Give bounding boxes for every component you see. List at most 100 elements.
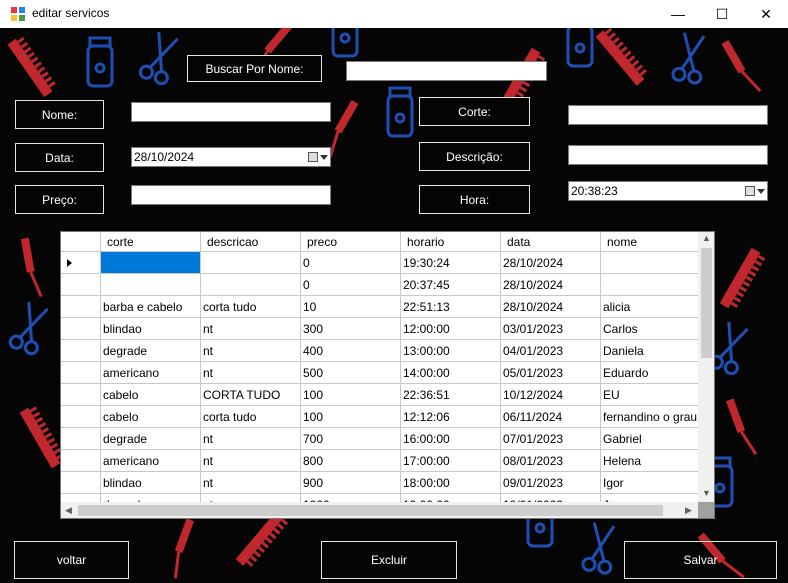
cell-nome[interactable]: Igor: [601, 472, 698, 494]
column-header-preco[interactable]: preco: [301, 232, 401, 252]
cell-horario[interactable]: 14:00:00: [401, 362, 501, 384]
row-header[interactable]: [61, 406, 101, 428]
table-row[interactable]: degrade nt 700 16:00:00 07/01/2023 Gabriel: [61, 428, 698, 450]
cell-nome[interactable]: Eduardo: [601, 362, 698, 384]
cell-preco[interactable]: 800: [301, 450, 401, 472]
cell-descricao[interactable]: nt: [201, 362, 301, 384]
vertical-scroll-thumb[interactable]: [701, 248, 712, 358]
descricao-input[interactable]: [568, 145, 768, 165]
cell-nome[interactable]: Gabriel: [601, 428, 698, 450]
cell-horario[interactable]: 13:00:00: [401, 340, 501, 362]
row-header[interactable]: [61, 494, 101, 502]
table-row[interactable]: 0 19:30:24 28/10/2024: [61, 252, 698, 274]
cell-preco[interactable]: 100: [301, 384, 401, 406]
cell-horario[interactable]: 19:00:00: [401, 494, 501, 502]
cell-descricao[interactable]: corta tudo: [201, 406, 301, 428]
cell-horario[interactable]: 19:30:24: [401, 252, 501, 274]
row-header[interactable]: [61, 428, 101, 450]
scroll-right-icon[interactable]: ▶: [685, 505, 692, 516]
row-header[interactable]: [61, 384, 101, 406]
cell-horario[interactable]: 12:00:00: [401, 318, 501, 340]
table-row[interactable]: barba e cabelo corta tudo 10 22:51:13 28/10/…: [61, 296, 698, 318]
cell-corte[interactable]: blindao: [101, 472, 201, 494]
row-header[interactable]: [61, 252, 101, 274]
row-header[interactable]: [61, 450, 101, 472]
cell-data[interactable]: 10/01/2023: [501, 494, 601, 502]
cell-nome[interactable]: J: [601, 494, 698, 503]
cell-descricao[interactable]: nt: [201, 340, 301, 362]
cell-horario[interactable]: 12:12:06: [401, 406, 501, 428]
vertical-scrollbar[interactable]: ▲ ▼: [698, 232, 714, 502]
row-header[interactable]: [61, 362, 101, 384]
nome-input[interactable]: [131, 102, 331, 122]
scroll-down-icon[interactable]: ▼: [702, 488, 711, 498]
cell-corte[interactable]: degrade: [101, 494, 201, 502]
cell-preco[interactable]: 10: [301, 296, 401, 318]
scroll-up-icon[interactable]: ▲: [702, 233, 711, 243]
cell-nome[interactable]: alicia: [601, 296, 698, 318]
cell-horario[interactable]: 17:00:00: [401, 450, 501, 472]
column-header-descricao[interactable]: descricao: [201, 232, 301, 252]
table-row[interactable]: cabelo CORTA TUDO 100 22:36:51 10/12/2024 EU: [61, 384, 698, 406]
cell-data[interactable]: 08/01/2023: [501, 450, 601, 472]
cell-nome[interactable]: EU: [601, 384, 698, 406]
table-row[interactable]: degrade nt 400 13:00:00 04/01/2023 Daniela: [61, 340, 698, 362]
cell-preco[interactable]: 500: [301, 362, 401, 384]
cell-corte[interactable]: degrade: [101, 428, 201, 450]
table-row[interactable]: americano nt 500 14:00:00 05/01/2023 Eduardo: [61, 362, 698, 384]
cell-preco[interactable]: 0: [301, 252, 401, 274]
cell-data[interactable]: 28/10/2024: [501, 252, 601, 274]
table-row[interactable]: degradent100019:00:0010/01/2023J: [61, 494, 698, 502]
time-dropdown-button[interactable]: [745, 184, 765, 198]
row-header[interactable]: [61, 340, 101, 362]
horizontal-scrollbar[interactable]: ◀ ▶: [61, 502, 698, 518]
row-header[interactable]: [61, 472, 101, 494]
cell-preco[interactable]: 1000: [301, 494, 401, 502]
cell-nome[interactable]: [601, 274, 698, 296]
table-row[interactable]: americano nt 800 17:00:00 08/01/2023 Helena: [61, 450, 698, 472]
cell-horario[interactable]: 20:37:45: [401, 274, 501, 296]
cell-nome[interactable]: [601, 252, 698, 274]
column-header-data[interactable]: data: [501, 232, 601, 252]
column-header-corte[interactable]: corte: [101, 232, 201, 252]
row-header[interactable]: [61, 318, 101, 340]
cell-descricao[interactable]: nt: [201, 494, 301, 502]
cell-corte[interactable]: [101, 274, 201, 296]
cell-corte[interactable]: barba e cabelo: [101, 296, 201, 318]
cell-data[interactable]: 03/01/2023: [501, 318, 601, 340]
cell-data[interactable]: 07/01/2023: [501, 428, 601, 450]
excluir-button[interactable]: Excluir: [321, 541, 457, 579]
calendar-dropdown-button[interactable]: [308, 150, 328, 164]
cell-preco[interactable]: 100: [301, 406, 401, 428]
voltar-button[interactable]: voltar: [14, 541, 129, 579]
cell-data[interactable]: 05/01/2023: [501, 362, 601, 384]
cell-nome[interactable]: Carlos: [601, 318, 698, 340]
table-row[interactable]: 0 20:37:45 28/10/2024: [61, 274, 698, 296]
cell-data[interactable]: 04/01/2023: [501, 340, 601, 362]
cell-preco[interactable]: 300: [301, 318, 401, 340]
search-input[interactable]: [346, 61, 547, 81]
data-date-picker[interactable]: 28/10/2024: [131, 147, 331, 167]
salvar-button[interactable]: Salvar: [624, 541, 777, 579]
cell-data[interactable]: 28/10/2024: [501, 296, 601, 318]
servicos-data-grid[interactable]: corte descricao preco horario data nome …: [60, 231, 715, 519]
cell-preco[interactable]: 900: [301, 472, 401, 494]
cell-data[interactable]: 28/10/2024: [501, 274, 601, 296]
column-header-horario[interactable]: horario: [401, 232, 501, 252]
cell-horario[interactable]: 16:00:00: [401, 428, 501, 450]
cell-descricao[interactable]: [201, 252, 301, 274]
cell-corte[interactable]: degrade: [101, 340, 201, 362]
cell-descricao[interactable]: [201, 274, 301, 296]
cell-preco[interactable]: 0: [301, 274, 401, 296]
minimize-button[interactable]: —: [656, 0, 700, 28]
hora-time-picker[interactable]: 20:38:23: [568, 181, 768, 201]
cell-descricao[interactable]: nt: [201, 450, 301, 472]
cell-nome[interactable]: Daniela: [601, 340, 698, 362]
cell-horario[interactable]: 22:51:13: [401, 296, 501, 318]
maximize-button[interactable]: ☐: [700, 0, 744, 28]
cell-descricao[interactable]: nt: [201, 472, 301, 494]
cell-descricao[interactable]: corta tudo: [201, 296, 301, 318]
cell-corte[interactable]: americano: [101, 362, 201, 384]
row-header[interactable]: [61, 274, 101, 296]
cell-corte[interactable]: cabelo: [101, 384, 201, 406]
